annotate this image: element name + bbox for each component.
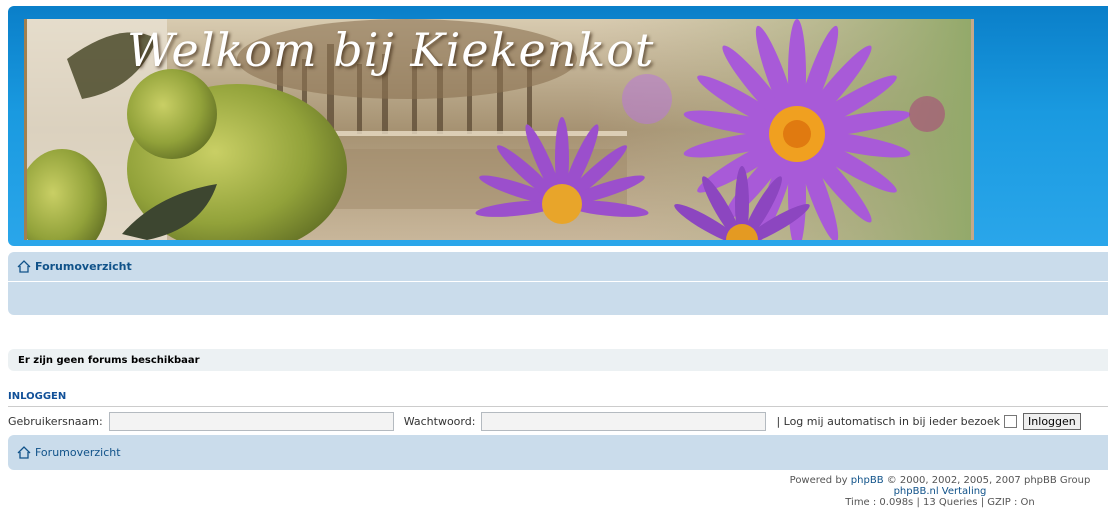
navbar-bottom: Forumoverzicht (8, 435, 1108, 470)
powered-by-line: Powered by phpBB © 2000, 2002, 2005, 200… (700, 475, 1108, 486)
footer: Powered by phpBB © 2000, 2002, 2005, 200… (700, 475, 1108, 508)
password-input[interactable] (481, 411, 767, 431)
banner-title: Welkom bij Kiekenkot (127, 23, 655, 77)
login-divider (8, 406, 1108, 407)
site-banner[interactable]: Welkom bij Kiekenkot (24, 19, 974, 240)
forum-index-link[interactable]: Forumoverzicht (35, 260, 132, 273)
auto-login-label: | Log mij automatisch in bij ieder bezoe… (776, 414, 1001, 428)
page-stats: Time : 0.098s | 13 Queries | GZIP : On (845, 497, 1035, 508)
navbar-top: Forumoverzicht (8, 252, 1108, 315)
username-input[interactable] (108, 411, 394, 431)
home-icon (17, 446, 31, 459)
login-button[interactable]: Inloggen (1023, 412, 1081, 430)
powered-prefix: Powered by (789, 475, 848, 486)
site-header: Welkom bij Kiekenkot (8, 6, 1108, 246)
password-label: Wachtwoord: (403, 414, 476, 428)
home-icon (17, 260, 31, 273)
phpbb-link[interactable]: phpBB (851, 475, 884, 486)
breadcrumb: Forumoverzicht (8, 252, 1108, 282)
login-form: Gebruikersnaam: Wachtwoord: | Log mij au… (8, 411, 1081, 431)
translation-link[interactable]: phpBB.nl Vertaling (894, 486, 987, 497)
copyright-text: © 2000, 2002, 2005, 2007 phpBB Group (886, 475, 1091, 486)
login-heading: INLOGGEN (8, 391, 67, 402)
auto-login-checkbox[interactable] (1004, 414, 1018, 428)
forum-index-link-bottom[interactable]: Forumoverzicht (35, 446, 121, 459)
no-forums-notice: Er zijn geen forums beschikbaar (8, 349, 1108, 371)
username-label: Gebruikersnaam: (8, 414, 103, 428)
